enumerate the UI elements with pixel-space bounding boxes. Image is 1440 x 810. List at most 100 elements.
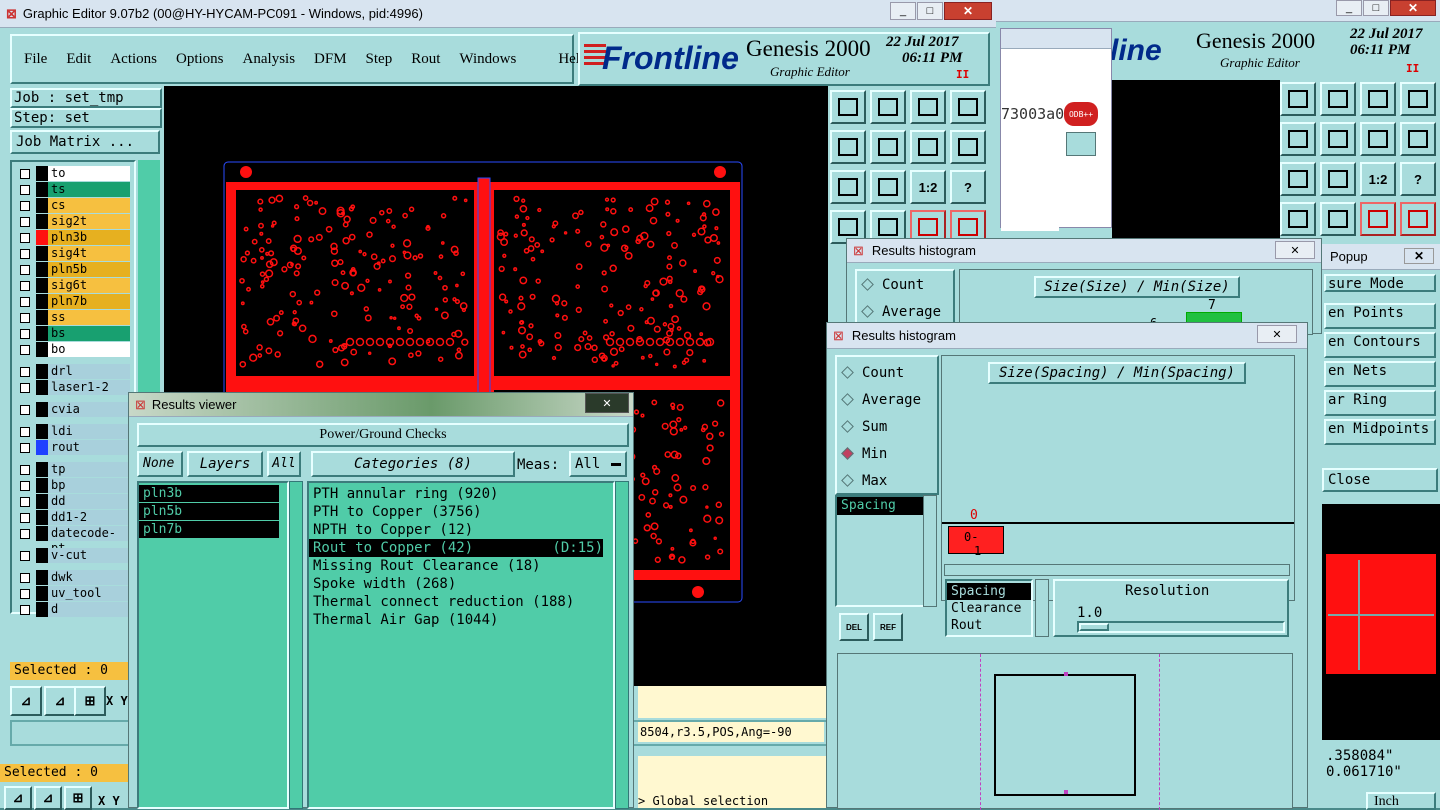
menu-file[interactable]: File bbox=[24, 51, 47, 68]
layer-row[interactable]: dd bbox=[16, 494, 130, 509]
measure-scrollbar[interactable] bbox=[1035, 579, 1049, 637]
close-icon[interactable]: ✕ bbox=[1404, 248, 1434, 264]
help-icon[interactable]: ? bbox=[1400, 162, 1436, 196]
layer-checkbox[interactable] bbox=[20, 312, 30, 323]
layer-row[interactable]: ldi bbox=[16, 424, 130, 439]
option-average[interactable]: Average bbox=[837, 386, 937, 413]
layer-checkbox[interactable] bbox=[20, 184, 30, 195]
layer-checkbox[interactable] bbox=[20, 382, 30, 393]
layer-row[interactable]: sig2t bbox=[16, 214, 130, 229]
layer-checkbox[interactable] bbox=[20, 168, 30, 179]
center-icon[interactable] bbox=[870, 170, 906, 204]
layer-row[interactable]: d bbox=[16, 602, 130, 617]
toolbar-icon[interactable] bbox=[1280, 202, 1316, 236]
layer-row[interactable]: datecode-pt bbox=[16, 526, 130, 555]
menu-rout[interactable]: Rout bbox=[411, 51, 440, 68]
maximize-icon[interactable]: □ bbox=[917, 2, 943, 20]
menu-windows[interactable]: Windows bbox=[459, 51, 516, 68]
layer-row[interactable]: v-cut bbox=[16, 548, 130, 563]
layer-row[interactable]: bs bbox=[16, 326, 130, 341]
list-item[interactable]: Spacing bbox=[837, 497, 931, 515]
popup-item[interactable]: en Contours bbox=[1324, 332, 1436, 358]
layer-checkbox[interactable] bbox=[20, 248, 30, 259]
job-matrix-button[interactable]: Job Matrix ... bbox=[10, 130, 160, 154]
layer-row[interactable]: laser1-2 bbox=[16, 380, 130, 395]
measure-spacing[interactable]: Spacing bbox=[947, 583, 1031, 600]
window-icon[interactable] bbox=[950, 90, 986, 124]
layer-row[interactable]: cvia bbox=[16, 402, 130, 417]
measure-rout[interactable]: Rout bbox=[947, 617, 1031, 634]
pan-left-icon[interactable] bbox=[830, 130, 866, 164]
option-count[interactable]: Count bbox=[857, 271, 953, 298]
layer-row[interactable]: rout bbox=[16, 440, 130, 455]
layer-checkbox[interactable] bbox=[20, 528, 30, 539]
category-scrollbar[interactable] bbox=[615, 481, 629, 809]
toolbar-icon[interactable] bbox=[1400, 82, 1436, 116]
list-item[interactable]: pln3b bbox=[139, 485, 279, 502]
toolbar-icon[interactable] bbox=[1360, 122, 1396, 156]
toolbar-icon[interactable] bbox=[1280, 82, 1316, 116]
category-item[interactable]: Thermal connect reduction (188) bbox=[309, 593, 603, 611]
layer-checkbox[interactable] bbox=[20, 344, 30, 355]
category-item[interactable]: Spoke width (268) bbox=[309, 575, 603, 593]
toolbar-icon[interactable] bbox=[1360, 82, 1396, 116]
layer-row[interactable]: sig4t bbox=[16, 246, 130, 261]
option-count[interactable]: Count bbox=[837, 359, 937, 386]
layer-checkbox[interactable] bbox=[20, 216, 30, 227]
categories-button[interactable]: Categories (8) bbox=[311, 451, 515, 477]
reference-button[interactable]: REF bbox=[873, 613, 903, 641]
popup-item[interactable]: en Midpoints bbox=[1324, 419, 1436, 445]
category-item[interactable]: Rout to Copper (42) (D:15) bbox=[309, 539, 603, 557]
toolbar-icon[interactable] bbox=[1280, 162, 1316, 196]
toolbar-icon[interactable] bbox=[1280, 122, 1316, 156]
toolbar-icon[interactable] bbox=[1400, 202, 1436, 236]
popup-item[interactable]: ar Ring bbox=[1324, 390, 1436, 416]
all-button[interactable]: All bbox=[267, 451, 301, 477]
option-max[interactable]: Max bbox=[837, 467, 937, 494]
category-item[interactable]: NPTH to Copper (12) bbox=[309, 521, 603, 539]
meas-select[interactable]: All bbox=[569, 451, 627, 477]
histogram-hscroll[interactable] bbox=[944, 564, 1290, 576]
layer-checkbox[interactable] bbox=[20, 232, 30, 243]
layer-checkbox[interactable] bbox=[20, 496, 30, 507]
toolbar-icon[interactable] bbox=[1320, 122, 1356, 156]
layer-checkbox[interactable] bbox=[20, 442, 30, 453]
layer-row[interactable]: cs bbox=[16, 198, 130, 213]
layer-row[interactable]: ts bbox=[16, 182, 130, 197]
layer-row[interactable]: to bbox=[16, 166, 130, 181]
layer-checkbox[interactable] bbox=[20, 426, 30, 437]
layer-row[interactable]: tp bbox=[16, 462, 130, 477]
layer-checkbox[interactable] bbox=[20, 328, 30, 339]
option-min[interactable]: Min bbox=[837, 440, 937, 467]
measure-tool-icon[interactable]: ⊿ bbox=[44, 686, 76, 716]
pan-right-icon[interactable] bbox=[870, 130, 906, 164]
category-item[interactable]: PTH to Copper (3756) bbox=[309, 503, 603, 521]
close-icon[interactable]: ✕ bbox=[944, 2, 992, 20]
close-icon[interactable]: ✕ bbox=[585, 393, 629, 413]
category-item[interactable]: PTH annular ring (920) bbox=[309, 485, 603, 503]
toolbar-icon[interactable] bbox=[1320, 162, 1356, 196]
category-item[interactable]: Missing Rout Clearance (18) bbox=[309, 557, 603, 575]
list-item[interactable]: pln7b bbox=[139, 521, 279, 538]
zoom-1-2-icon[interactable]: 1:2 bbox=[1360, 162, 1396, 196]
zoom-1-2-icon[interactable]: 1:2 bbox=[910, 170, 946, 204]
close-icon[interactable]: ✕ bbox=[1390, 0, 1436, 16]
measure-clearance[interactable]: Clearance bbox=[947, 600, 1031, 617]
menu-options[interactable]: Options bbox=[176, 51, 224, 68]
pause-icon[interactable]: II bbox=[956, 68, 969, 81]
option-average[interactable]: Average bbox=[857, 298, 953, 325]
layer-checkbox[interactable] bbox=[20, 264, 30, 275]
zoom-in-icon[interactable] bbox=[830, 90, 866, 124]
category-item[interactable]: Thermal Air Gap (1044) bbox=[309, 611, 603, 629]
redo-icon[interactable] bbox=[950, 130, 986, 164]
layer-checkbox[interactable] bbox=[20, 572, 30, 583]
layer-checkbox[interactable] bbox=[20, 404, 30, 415]
layer-row[interactable]: pln5b bbox=[16, 262, 130, 277]
home-icon[interactable] bbox=[910, 90, 946, 124]
popup-item[interactable]: en Nets bbox=[1324, 361, 1436, 387]
toolbar-icon[interactable] bbox=[1400, 122, 1436, 156]
close-icon[interactable]: ✕ bbox=[1257, 325, 1297, 343]
minimize-icon[interactable]: _ bbox=[1336, 0, 1362, 16]
menu-step[interactable]: Step bbox=[366, 51, 393, 68]
toolbar-icon[interactable] bbox=[1360, 202, 1396, 236]
